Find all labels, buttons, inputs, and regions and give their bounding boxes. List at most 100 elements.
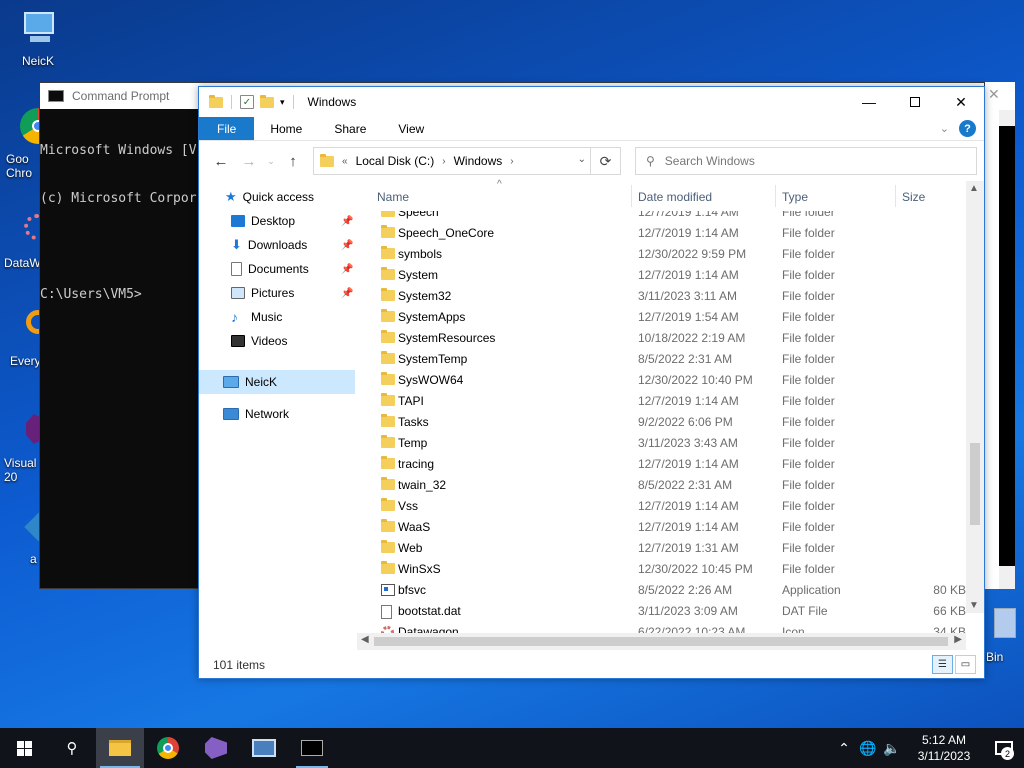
clock[interactable]: 5:12 AM 3/11/2023	[904, 732, 984, 764]
nav-downloads[interactable]: ⬇ Downloads 📌	[231, 234, 357, 256]
nav-quick-access[interactable]: ★ Quick access	[225, 186, 314, 208]
pin-icon[interactable]: 📌	[341, 288, 353, 299]
minimize-button[interactable]: —	[846, 87, 892, 117]
file-row[interactable]: Web 12/7/2019 1:31 AM File folder	[357, 537, 966, 558]
help-icon[interactable]: ?	[959, 120, 976, 137]
file-row[interactable]: Speech_OneCore 12/7/2019 1:14 AM File fold…	[357, 222, 966, 243]
file-row[interactable]: System 12/7/2019 1:14 AM File folder	[357, 264, 966, 285]
file-row[interactable]: bootstat.dat 3/11/2023 3:09 AM DAT File 66 …	[357, 600, 966, 621]
file-row[interactable]: twain_32 8/5/2022 2:31 AM File folder	[357, 474, 966, 495]
tab-home[interactable]: Home	[254, 117, 318, 140]
explorer-title-bar[interactable]: ✓ ▾ Windows — ✕	[199, 87, 984, 117]
file-row[interactable]: Vss 12/7/2019 1:14 AM File folder	[357, 495, 966, 516]
pin-icon[interactable]: 📌	[341, 240, 353, 251]
show-hidden-icons-icon[interactable]: ⌃	[832, 740, 856, 757]
pin-icon[interactable]: 📌	[341, 264, 353, 275]
taskbar-command-prompt[interactable]	[288, 728, 336, 768]
taskbar-file-explorer[interactable]	[96, 728, 144, 768]
details-view-button[interactable]: ☰	[932, 655, 953, 674]
address-dropdown-icon[interactable]: ⌄	[578, 154, 586, 165]
nav-label: Pictures	[251, 286, 295, 300]
address-bar[interactable]: « Local Disk (C:) › Windows › ⌄ ⟳	[313, 147, 621, 175]
column-divider[interactable]	[895, 185, 896, 207]
tab-file[interactable]: File	[199, 117, 255, 140]
desktop-icon-thispc[interactable]: NeicK	[6, 10, 70, 68]
file-row[interactable]: SystemApps 12/7/2019 1:54 AM File folder	[357, 306, 966, 327]
scroll-down-icon[interactable]: ▼	[969, 600, 979, 611]
horizontal-scrollbar[interactable]: ◀ ▶	[357, 633, 966, 650]
refresh-button[interactable]: ⟳	[590, 148, 620, 174]
file-explorer-window[interactable]: ✓ ▾ Windows — ✕ File Home Share View ⌄ ?…	[198, 86, 985, 679]
back-button[interactable]: ←	[209, 149, 233, 173]
new-folder-icon[interactable]	[260, 94, 274, 108]
volume-icon[interactable]: 🔈	[880, 740, 904, 757]
nav-pictures[interactable]: Pictures 📌	[231, 282, 357, 304]
recycle-bin-icon	[986, 606, 1024, 646]
scroll-left-icon[interactable]: ◀	[361, 634, 369, 645]
customize-toolbar-icon[interactable]: ▾	[280, 97, 285, 108]
file-row[interactable]: symbols 12/30/2022 9:59 PM File folder	[357, 243, 966, 264]
large-icons-view-button[interactable]: ▭	[955, 655, 976, 674]
file-row[interactable]: WinSxS 12/30/2022 10:45 PM File folder	[357, 558, 966, 579]
search-box[interactable]: ⚲ Search Windows	[635, 147, 977, 175]
action-center-button[interactable]: 2	[984, 728, 1024, 768]
scroll-up-icon[interactable]: ▲	[969, 183, 979, 194]
file-row[interactable]: bfsvc 8/5/2022 2:26 AM Application 80 KB	[357, 579, 966, 600]
taskbar-visual-studio[interactable]	[192, 728, 240, 768]
nav-music[interactable]: ♪ Music	[231, 306, 282, 328]
file-row[interactable]: Temp 3/11/2023 3:43 AM File folder	[357, 432, 966, 453]
expand-ribbon-icon[interactable]: ⌄	[940, 122, 949, 135]
file-row[interactable]: System32 3/11/2023 3:11 AM File folder	[357, 285, 966, 306]
nav-documents[interactable]: Documents 📌	[231, 258, 357, 280]
close-icon[interactable]: ✕	[988, 86, 1000, 103]
file-row[interactable]: TAPI 12/7/2019 1:14 AM File folder	[357, 390, 966, 411]
breadcrumb-current[interactable]: Windows	[454, 154, 503, 168]
properties-icon[interactable]: ✓	[240, 95, 254, 109]
divider	[231, 95, 232, 109]
scrollbar-thumb[interactable]	[374, 637, 948, 646]
file-row[interactable]: tracing 12/7/2019 1:14 AM File folder	[357, 453, 966, 474]
file-row[interactable]: SystemTemp 8/5/2022 2:31 AM File folder	[357, 348, 966, 369]
file-type: File folder	[782, 247, 835, 261]
taskbar-chrome[interactable]	[144, 728, 192, 768]
recent-locations-button[interactable]: ⌄	[265, 149, 277, 173]
search-button[interactable]: ⚲	[48, 728, 96, 768]
file-row[interactable]: SysWOW64 12/30/2022 10:40 PM File folder	[357, 369, 966, 390]
breadcrumb-overflow[interactable]: «	[342, 156, 348, 167]
column-size[interactable]: Size	[902, 190, 925, 204]
nav-this-pc[interactable]: NeicK	[223, 371, 277, 393]
scrollbar-thumb[interactable]	[970, 443, 980, 525]
pin-icon[interactable]: 📌	[341, 216, 353, 227]
start-button[interactable]	[0, 728, 48, 768]
column-name[interactable]: Name	[377, 190, 409, 204]
cmd-app-icon	[48, 90, 64, 102]
nav-desktop[interactable]: Desktop 📌	[231, 210, 357, 232]
column-date[interactable]: Date modified	[638, 190, 712, 204]
file-row[interactable]: Tasks 9/2/2022 6:06 PM File folder	[357, 411, 966, 432]
taskbar-app[interactable]	[240, 728, 288, 768]
close-button[interactable]: ✕	[938, 87, 984, 117]
column-type[interactable]: Type	[782, 190, 808, 204]
scroll-right-icon[interactable]: ▶	[954, 634, 962, 645]
nav-label: Downloads	[247, 238, 308, 252]
file-row[interactable]: SystemResources 10/18/2022 2:19 AM File fo…	[357, 327, 966, 348]
column-divider[interactable]	[775, 185, 776, 207]
tab-share[interactable]: Share	[318, 117, 382, 140]
file-date: 12/30/2022 9:59 PM	[638, 247, 747, 261]
vertical-scrollbar[interactable]: ▲ ▼	[966, 181, 984, 613]
navigation-pane: ★ Quick access Desktop 📌 ⬇ Downloads 📌 D…	[199, 181, 357, 652]
chevron-right-icon[interactable]: ›	[510, 156, 513, 167]
forward-button[interactable]: →	[237, 149, 261, 173]
maximize-button[interactable]	[892, 87, 938, 117]
network-icon[interactable]: 🌐	[856, 740, 880, 757]
column-divider[interactable]	[631, 185, 632, 207]
nav-videos[interactable]: Videos	[231, 330, 287, 352]
up-button[interactable]: ↑	[281, 149, 305, 173]
file-row[interactable]: WaaS 12/7/2019 1:14 AM File folder	[357, 516, 966, 537]
file-row[interactable]: Speech 12/7/2019 1:14 AM File folder	[357, 211, 966, 222]
chevron-right-icon[interactable]: ›	[442, 156, 445, 167]
breadcrumb-root[interactable]: Local Disk (C:)	[356, 154, 435, 168]
nav-network[interactable]: Network	[223, 403, 289, 425]
tab-view[interactable]: View	[382, 117, 440, 140]
cmd-scrollbar-thumb[interactable]	[999, 126, 1015, 566]
